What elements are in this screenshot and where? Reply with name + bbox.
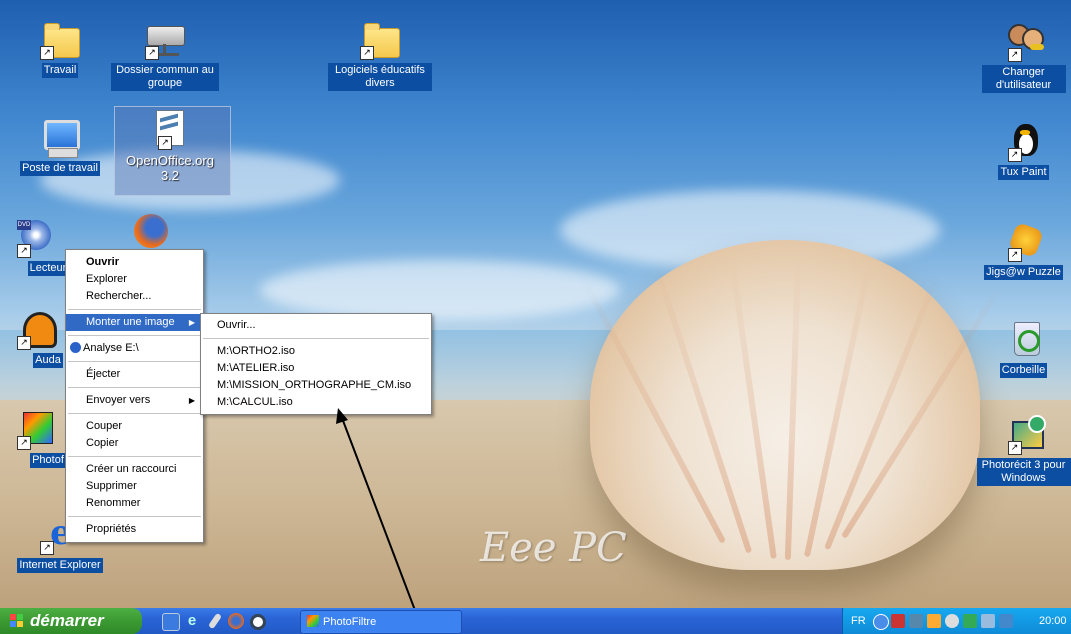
tray-antivirus-icon[interactable]	[891, 614, 905, 628]
taskbar: démarrer e PhotoFiltre FR 20:00	[0, 608, 1071, 634]
media-icon[interactable]	[250, 614, 266, 630]
task-label: PhotoFiltre	[323, 616, 377, 628]
tray-monitor-icon[interactable]	[999, 614, 1013, 628]
tray-disk-icon[interactable]	[945, 614, 959, 628]
clock: 20:00	[1039, 615, 1067, 627]
tray-expand-icon[interactable]	[873, 614, 889, 630]
internet-explorer-icon[interactable]: e	[184, 613, 200, 629]
desktop: Eee PC ↗ Travail ↗ Dossier commun au gro…	[0, 0, 1071, 634]
pen-icon[interactable]	[207, 612, 223, 630]
firefox-icon[interactable]	[228, 613, 244, 629]
windows-flag-icon	[10, 614, 24, 628]
show-desktop-icon[interactable]	[162, 613, 180, 631]
system-tray: FR 20:00	[842, 608, 1071, 634]
tray-volume-icon[interactable]	[927, 614, 941, 628]
taskbar-button-photofiltre[interactable]: PhotoFiltre	[300, 610, 462, 634]
tray-display-icon[interactable]	[981, 614, 995, 628]
tray-network-icon[interactable]	[909, 614, 923, 628]
start-label: démarrer	[30, 611, 104, 630]
annotation-arrow	[336, 408, 425, 634]
language-indicator[interactable]: FR	[851, 608, 866, 634]
tray-battery-icon[interactable]	[963, 614, 977, 628]
start-button[interactable]: démarrer	[0, 608, 142, 634]
photofiltre-icon	[307, 615, 319, 627]
